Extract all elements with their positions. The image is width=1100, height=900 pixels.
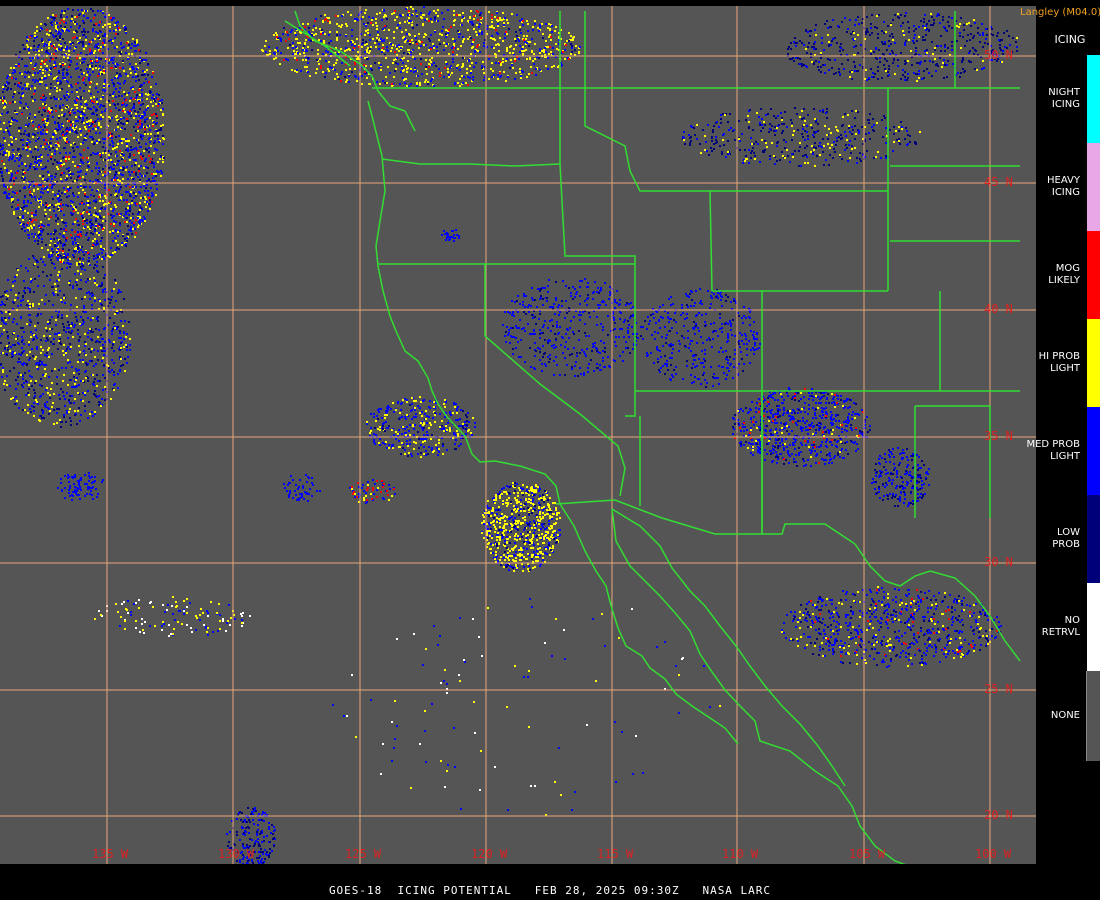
lon-label-135w: 135 W <box>92 847 129 861</box>
border-nv-ut-az <box>625 264 763 534</box>
legend-item-hi-prob-light: HI PROB LIGHT <box>1038 319 1100 407</box>
lon-label-125w: 125 W <box>345 847 382 861</box>
lon-label-130w: 130 W <box>218 847 255 861</box>
legend-label: MED PROB LIGHT <box>1026 439 1080 462</box>
legend-label: NO RETRVL <box>1041 615 1080 638</box>
graticule <box>0 6 1036 864</box>
legend-item-med-prob-light: MED PROB LIGHT <box>1026 407 1100 495</box>
icing-pixels <box>781 587 1002 668</box>
legend-swatch <box>1087 143 1100 231</box>
border-dakotas <box>887 88 1020 291</box>
legend-swatch <box>1087 495 1100 583</box>
legend-item-heavy-icing: HEAVY ICING <box>1038 143 1100 231</box>
source-credit: Langley (M04.0) <box>1020 7 1100 18</box>
border-canada-provinces <box>559 11 956 88</box>
icing-pixels <box>0 248 131 422</box>
icing-pixels <box>355 607 721 816</box>
legend-item-none: NONE <box>1038 671 1100 761</box>
coastline-mexico-mainland <box>611 508 846 787</box>
legend-swatch <box>1087 583 1100 671</box>
legend-swatch <box>1087 231 1100 319</box>
legend-swatch <box>1087 55 1100 143</box>
legend-item-night-icing: NIGHT ICING <box>1038 55 1100 143</box>
legend-label: NIGHT ICING <box>1048 87 1080 110</box>
lat-label-40n: 40 N <box>984 302 1013 316</box>
lon-label-100w: 100 W <box>975 847 1012 861</box>
legend-label: HI PROB LIGHT <box>1038 351 1080 374</box>
icing-pixels <box>441 229 460 242</box>
product-footer: GOES-18 ICING POTENTIAL FEB 28, 2025 09:… <box>328 884 772 897</box>
icing-pixels <box>642 288 761 387</box>
legend: NIGHT ICING HEAVY ICING MOG LIKELY HI PR… <box>1026 55 1100 761</box>
lat-label-30n: 30 N <box>984 555 1013 569</box>
legend-label: HEAVY ICING <box>1047 175 1080 198</box>
lon-label-110w: 110 W <box>722 847 759 861</box>
legend-item-low-prob: LOW PROB <box>1038 495 1100 583</box>
legend-item-mog-likely: MOG LIKELY <box>1038 231 1100 319</box>
border-us-mexico <box>555 499 856 545</box>
icing-pixels <box>332 598 711 811</box>
icing-pixels <box>0 8 164 265</box>
icing-pixels <box>0 248 130 428</box>
lon-label-120w: 120 W <box>471 847 508 861</box>
icing-pixels <box>793 12 1018 81</box>
lon-label-115w: 115 W <box>597 847 634 861</box>
legend-swatch <box>1086 671 1100 761</box>
legend-label: MOG LIKELY <box>1048 263 1080 286</box>
legend-swatch <box>1087 319 1100 407</box>
border-az-nm-bottom <box>639 391 763 534</box>
coastline-baja-gulf <box>611 508 906 864</box>
icing-pixels <box>351 480 395 501</box>
icing-pixels <box>502 278 642 377</box>
lat-label-50n: 50 N <box>984 48 1013 62</box>
icing-pixels <box>283 474 321 502</box>
border-id <box>559 88 710 264</box>
icing-pixels <box>119 600 243 636</box>
icing-map <box>0 6 1036 864</box>
border-wa-or <box>381 158 561 167</box>
legend-label: LOW PROB <box>1052 527 1080 550</box>
lat-label-45n: 45 N <box>984 175 1013 189</box>
legend-item-no-retrvl: NO RETRVL <box>1038 583 1100 671</box>
legend-swatch <box>1087 407 1100 495</box>
lat-label-20n: 20 N <box>984 808 1013 822</box>
icing-pixels <box>346 608 684 791</box>
legend-label: NONE <box>1050 710 1080 721</box>
icing-pixels <box>57 472 104 501</box>
icing-speckle-layer <box>0 6 1018 864</box>
lon-label-105w: 105 W <box>849 847 886 861</box>
map-canvas <box>0 6 1036 864</box>
lat-label-35n: 35 N <box>984 429 1013 443</box>
legend-title: ICING <box>1054 33 1086 46</box>
lat-label-25n: 25 N <box>984 682 1013 696</box>
